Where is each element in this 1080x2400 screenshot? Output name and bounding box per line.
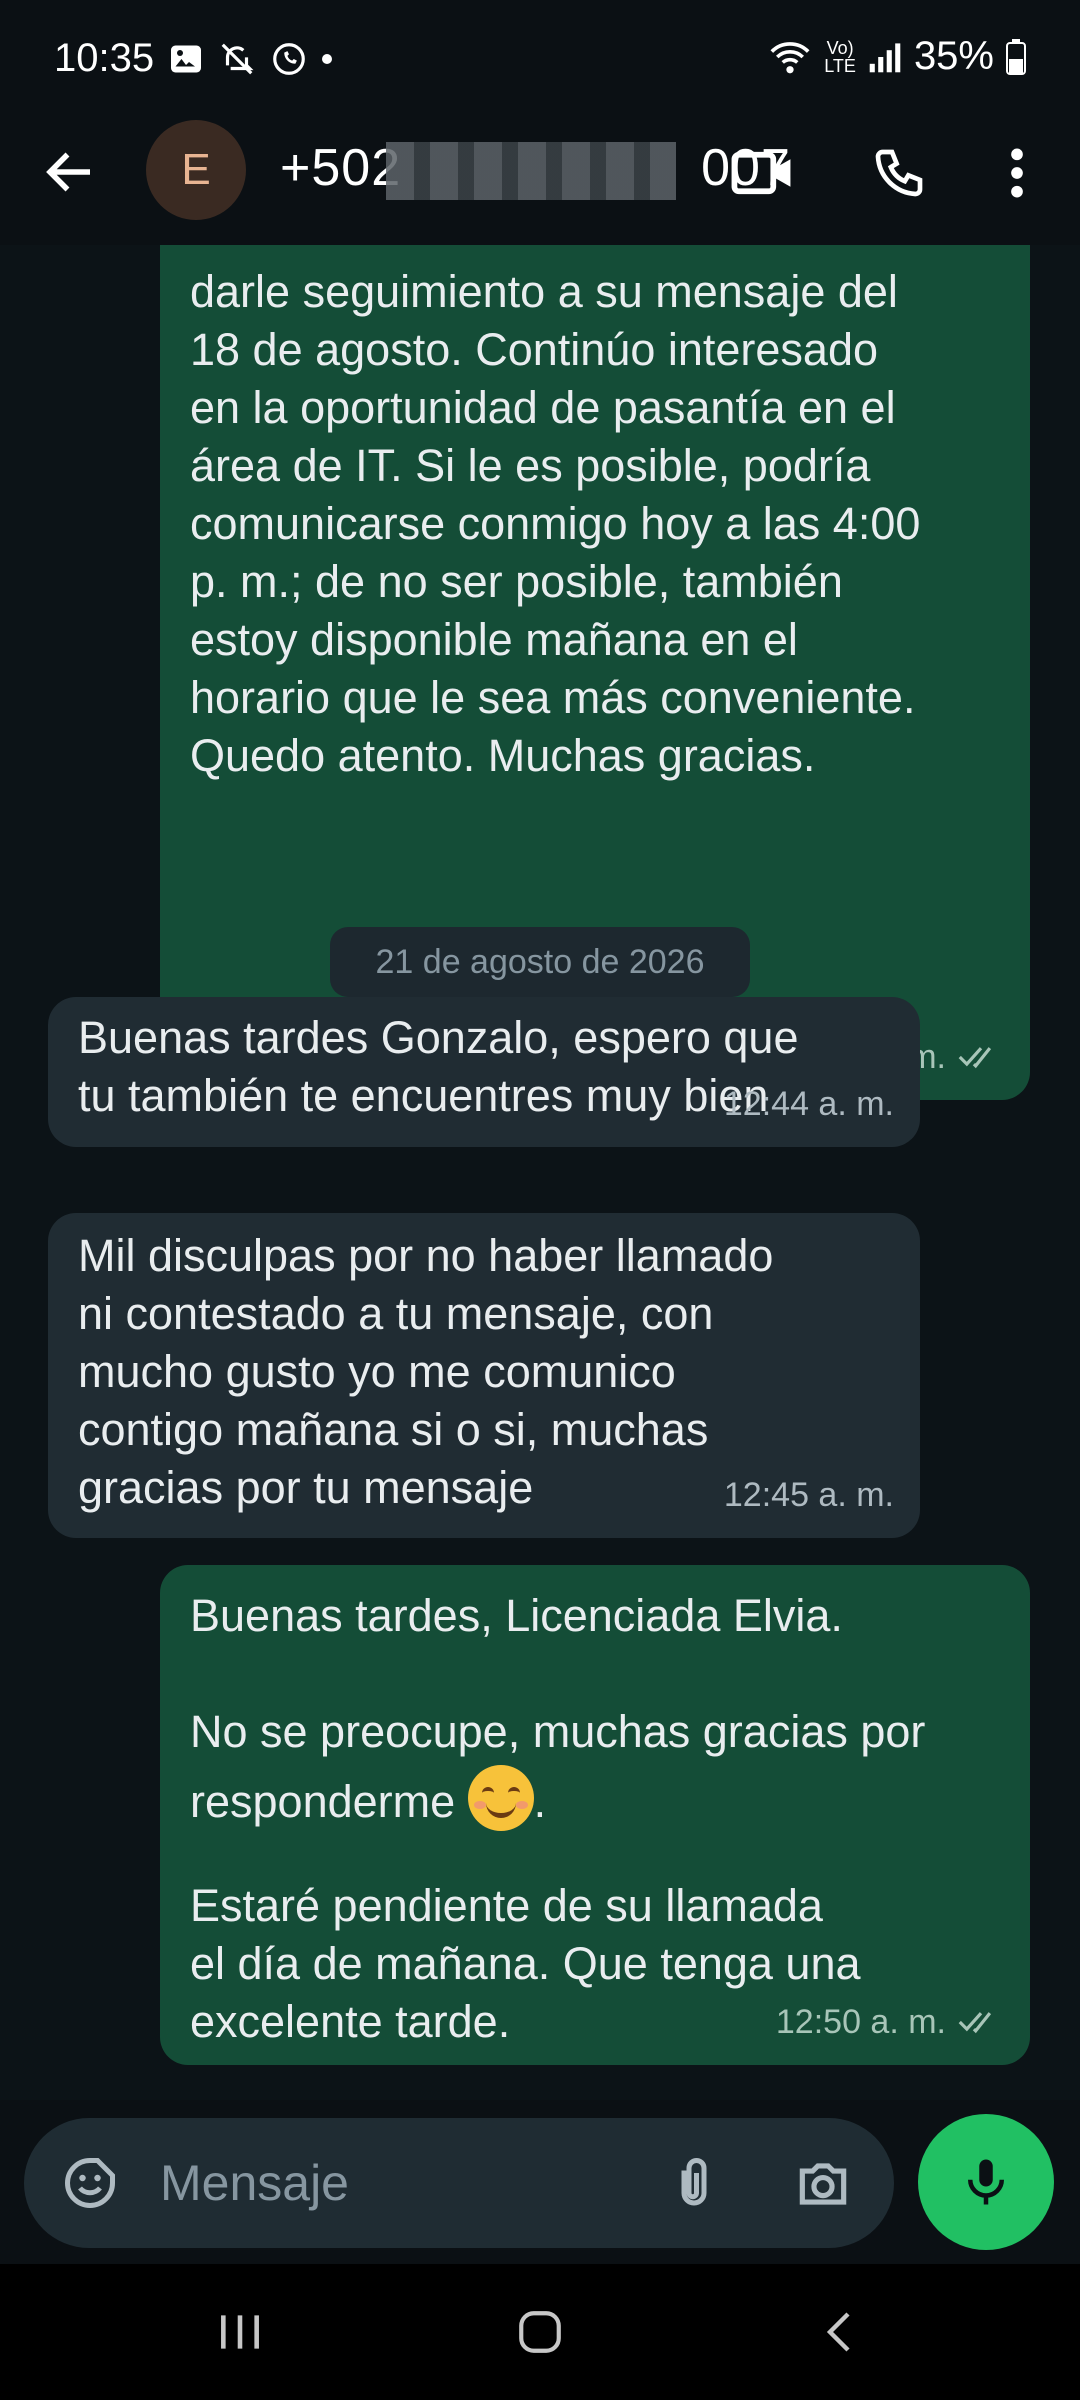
status-time: 10:35 bbox=[54, 36, 155, 80]
chat-area[interactable]: darle seguimiento a su mensaje del 18 de… bbox=[0, 245, 1080, 2100]
battery-icon bbox=[1006, 38, 1026, 75]
message-meta: 12:45 a. m. bbox=[724, 1466, 894, 1524]
message-meta: 12:50 a. m. bbox=[776, 1993, 1004, 2051]
avatar[interactable]: E bbox=[146, 120, 246, 220]
volte-icon: Vo) LTE bbox=[824, 37, 856, 76]
sticker-emoji-icon[interactable] bbox=[60, 2153, 120, 2213]
home-icon[interactable] bbox=[500, 2302, 580, 2362]
camera-icon[interactable] bbox=[792, 2153, 854, 2215]
voice-message-button[interactable] bbox=[918, 2114, 1054, 2250]
message-meta: 12:44 a. m. bbox=[724, 1075, 894, 1133]
notification-icons bbox=[168, 40, 332, 78]
dot-icon bbox=[322, 54, 332, 64]
message-incoming[interactable]: Buenas tardes Gonzalo, espero que tu tam… bbox=[48, 997, 920, 1147]
recent-apps-icon[interactable] bbox=[200, 2302, 280, 2362]
message-line-thanks-2: responderme . bbox=[190, 1765, 1000, 1831]
message-outgoing[interactable]: Buenas tardes, Licenciada Elvia. No se p… bbox=[160, 1565, 1030, 2065]
gallery-icon bbox=[171, 45, 201, 73]
message-line-greeting: Buenas tardes, Licenciada Elvia. bbox=[190, 1590, 843, 1641]
signal-icon bbox=[869, 42, 901, 72]
smiling-face-emoji-icon bbox=[467, 1765, 534, 1831]
microphone-icon bbox=[968, 2159, 1004, 2205]
redacted-number bbox=[386, 142, 676, 200]
voice-call-icon[interactable] bbox=[864, 138, 934, 208]
video-call-icon[interactable] bbox=[728, 138, 798, 208]
chat-header: E +502 007 bbox=[0, 120, 1080, 245]
message-input[interactable]: Mensaje bbox=[160, 2154, 349, 2212]
back-arrow-icon[interactable] bbox=[40, 142, 100, 202]
wifi-icon bbox=[770, 41, 810, 73]
message-time: 12:44 a. m. bbox=[723, 1085, 894, 1123]
date-divider: 21 de agosto de 2026 bbox=[330, 927, 750, 997]
status-bar: 10:35 Vo) LTE 35% bbox=[0, 0, 1080, 120]
whatsapp-icon bbox=[273, 43, 305, 75]
message-time: 12:50 a. m. bbox=[775, 2003, 946, 2041]
message-line-thanks-1: No se preocupe, muchas gracias por bbox=[190, 1706, 926, 1757]
message-text: darle seguimiento a su mensaje del 18 de… bbox=[190, 266, 921, 781]
read-ticks-icon bbox=[958, 1047, 992, 1069]
notifications-off-icon bbox=[221, 43, 254, 75]
status-right: Vo) LTE 35% bbox=[768, 34, 1026, 79]
message-time: 12:45 a. m. bbox=[723, 1476, 894, 1514]
message-input-bar[interactable]: Mensaje bbox=[24, 2118, 894, 2248]
read-ticks-icon bbox=[958, 2012, 992, 2034]
battery-percent: 35% bbox=[913, 34, 994, 78]
system-nav-bar bbox=[0, 2264, 1080, 2400]
message-incoming[interactable]: Mil disculpas por no haber llamado ni co… bbox=[48, 1213, 920, 1538]
attach-icon[interactable] bbox=[664, 2153, 724, 2213]
back-nav-icon[interactable] bbox=[800, 2302, 880, 2362]
more-options-icon[interactable] bbox=[982, 138, 1052, 208]
